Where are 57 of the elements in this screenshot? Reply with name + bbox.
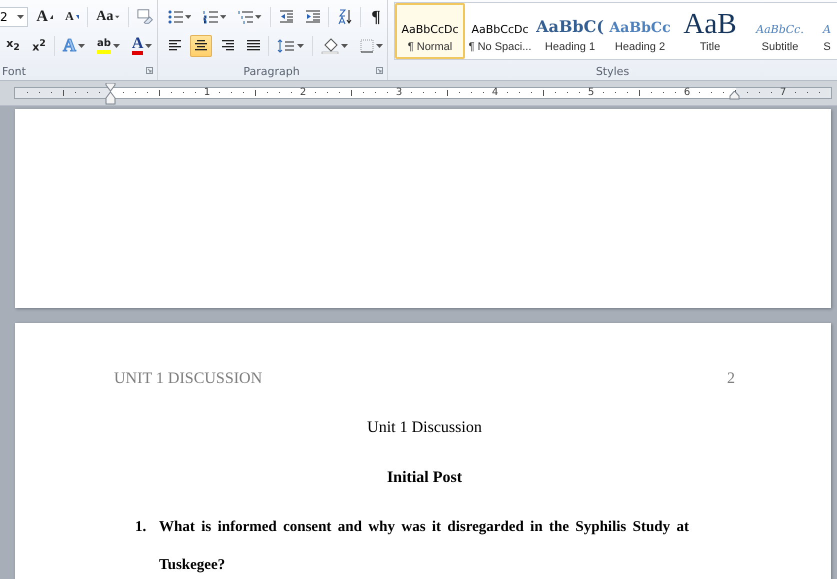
indent-marker-icon[interactable] [105, 83, 116, 105]
section-heading: Initial Post [386, 469, 464, 487]
group-label: Paragraph [243, 64, 300, 78]
page-header: UNIT 1 DISCUSSION [114, 370, 262, 388]
caret-icon [78, 44, 85, 48]
align-justify-icon [246, 40, 260, 51]
script-button[interactable]: x$^{2}$ [28, 34, 50, 56]
ruler-number: 1 [204, 88, 210, 98]
script-button[interactable]: x$_{2}$ [2, 34, 24, 56]
line-spacing-icon [277, 38, 295, 52]
shrink-font-button[interactable]: A [61, 6, 84, 28]
align-button[interactable] [190, 34, 212, 56]
caret-icon [297, 44, 304, 48]
indent-marker-icon[interactable] [729, 91, 740, 100]
font-size-field[interactable]: 2 [0, 6, 28, 26]
question-text: What is informed consent and why was it disregarded in the Syphilis Study at Tuskegee? [159, 518, 689, 575]
caret-icon [145, 44, 152, 48]
bullets-icon [168, 10, 183, 24]
ruler-number: 7 [780, 88, 786, 98]
sort-icon [337, 8, 352, 24]
page-number: 2 [727, 370, 735, 388]
caret-icon [255, 14, 262, 18]
style-tile[interactable]: AaBbCcDc ¶ Normal [395, 3, 465, 59]
list-number: 1. [135, 518, 148, 537]
ruler-number: 4 [492, 88, 498, 98]
change-case-button[interactable]: Aa [92, 6, 124, 28]
caret-icon [220, 14, 226, 18]
numbering-icon [203, 10, 218, 24]
caret-icon [376, 44, 383, 48]
show-formatting-button[interactable]: ¶ [365, 6, 387, 28]
caret-icon [17, 14, 24, 18]
up-arrow-icon [50, 14, 54, 18]
grow-font-button[interactable]: A [32, 6, 58, 28]
multilevel-list-icon [238, 10, 254, 24]
borders-icon [360, 38, 374, 52]
caret-icon [184, 14, 192, 18]
caret-icon [112, 44, 120, 48]
ruler-number: 5 [588, 88, 594, 98]
clear-formatting-icon [136, 8, 153, 26]
down-arrow-icon [76, 14, 80, 18]
group-label: Styles [596, 64, 630, 78]
increase-indent-icon [305, 10, 320, 23]
ruler-number: 6 [684, 88, 690, 98]
align-center-icon [194, 40, 208, 51]
dialog-launcher-icon[interactable] [146, 67, 153, 74]
ruler-number: 3 [396, 88, 402, 98]
font-color-button[interactable]: A [128, 34, 156, 56]
align-right-icon [220, 40, 234, 51]
highlight-button[interactable]: ab [93, 34, 124, 56]
decrease-indent-icon [278, 10, 294, 23]
document-title: Unit 1 Discussion [366, 419, 483, 437]
caret-icon [341, 44, 348, 48]
align-left-icon [168, 40, 182, 51]
group-label: Font [2, 64, 26, 78]
caret-icon [115, 14, 120, 18]
ruler-number: 2 [300, 88, 306, 98]
dialog-launcher-icon[interactable] [376, 67, 383, 74]
